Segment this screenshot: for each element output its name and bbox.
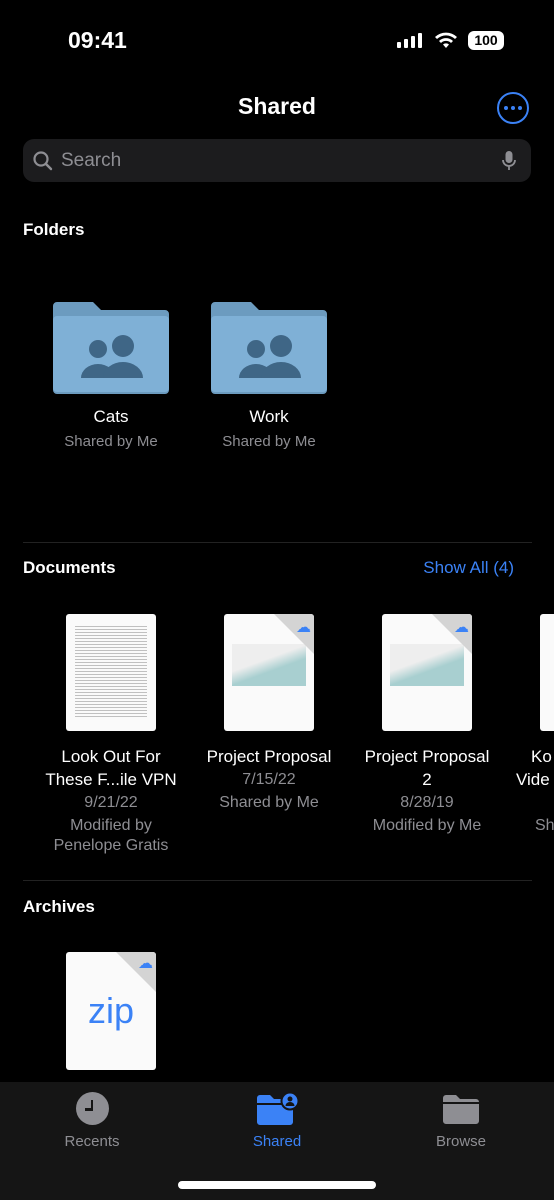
- clock-icon: [75, 1092, 109, 1125]
- tab-label: Shared: [252, 1133, 302, 1150]
- document-name: Project Proposal: [364, 747, 490, 766]
- document-name-line2: Vide: [516, 770, 550, 789]
- document-item[interactable]: ☁ Project Proposal 2 8/28/19 Modified by…: [348, 614, 506, 837]
- home-indicator: [178, 1181, 376, 1189]
- documents-heading: Documents: [23, 558, 116, 577]
- document-thumbnail: ☁: [224, 614, 314, 731]
- page-title: Shared: [238, 93, 316, 119]
- shared-folder-icon: [257, 1092, 299, 1125]
- tab-label: Recents: [64, 1133, 120, 1150]
- folder-name: Work: [249, 407, 289, 426]
- document-name: Project Proposal: [206, 747, 332, 766]
- wifi-icon: [435, 32, 457, 48]
- document-name: Ko: [531, 747, 552, 766]
- document-item[interactable]: ☁ Project Proposal 7/15/22 Shared by Me: [190, 614, 348, 814]
- document-info: Shared by Me: [219, 794, 319, 811]
- folder-subtitle: Shared by Me: [222, 433, 316, 450]
- document-item[interactable]: Look Out For These F...ile VPN 9/21/22 M…: [32, 614, 190, 855]
- folder-subtitle: Shared by Me: [64, 433, 158, 450]
- show-all-link[interactable]: Show All (4): [423, 558, 514, 578]
- document-info: Sh: [535, 817, 554, 834]
- document-item[interactable]: Ko Vide Sh: [516, 614, 554, 837]
- document-date: 8/28/19: [400, 794, 454, 811]
- archive-item[interactable]: ☁ zip: [66, 952, 156, 1070]
- search-input[interactable]: [61, 139, 481, 182]
- folder-item[interactable]: Work Shared by Me: [189, 300, 349, 450]
- divider: [23, 542, 532, 543]
- zip-label: zip: [87, 990, 135, 1031]
- shared-folder-icon: [53, 302, 169, 394]
- document-thumbnail: ☁: [382, 614, 472, 731]
- document-thumbnail: [66, 614, 156, 731]
- document-date: 7/15/22: [242, 771, 296, 788]
- status-time: 09:41: [68, 27, 127, 53]
- tab-shared[interactable]: Shared: [217, 1092, 337, 1150]
- divider: [23, 880, 532, 881]
- search-bar[interactable]: [23, 139, 531, 182]
- document-info: Modified by Me: [372, 817, 482, 834]
- cloud-download-icon: ☁: [138, 955, 153, 972]
- document-date: 9/21/22: [84, 794, 138, 811]
- cloud-download-icon: ☁: [296, 619, 311, 636]
- signal-icon: [397, 33, 422, 48]
- document-info: Modified by: [70, 817, 152, 834]
- folder-item[interactable]: Cats Shared by Me: [31, 300, 191, 450]
- folders-heading: Folders: [23, 220, 85, 239]
- document-info-line2: Penelope Gratis: [53, 837, 169, 854]
- document-name: Look Out For: [61, 747, 161, 766]
- microphone-icon[interactable]: [502, 150, 516, 172]
- document-name-line2: 2: [422, 770, 432, 789]
- search-icon: [33, 151, 53, 171]
- battery-icon: 100: [468, 31, 504, 50]
- tab-browse[interactable]: Browse: [401, 1092, 521, 1150]
- document-name-line2: These F...ile VPN: [45, 770, 177, 789]
- tab-recents[interactable]: Recents: [32, 1092, 152, 1150]
- cloud-download-icon: ☁: [454, 619, 469, 636]
- archives-heading: Archives: [23, 897, 95, 916]
- document-thumbnail: [540, 614, 554, 731]
- shared-folder-icon: [211, 302, 327, 394]
- folder-icon: [443, 1095, 479, 1124]
- tab-label: Browse: [435, 1133, 487, 1150]
- folder-name: Cats: [93, 407, 129, 426]
- ellipsis-circle-icon[interactable]: [497, 92, 529, 124]
